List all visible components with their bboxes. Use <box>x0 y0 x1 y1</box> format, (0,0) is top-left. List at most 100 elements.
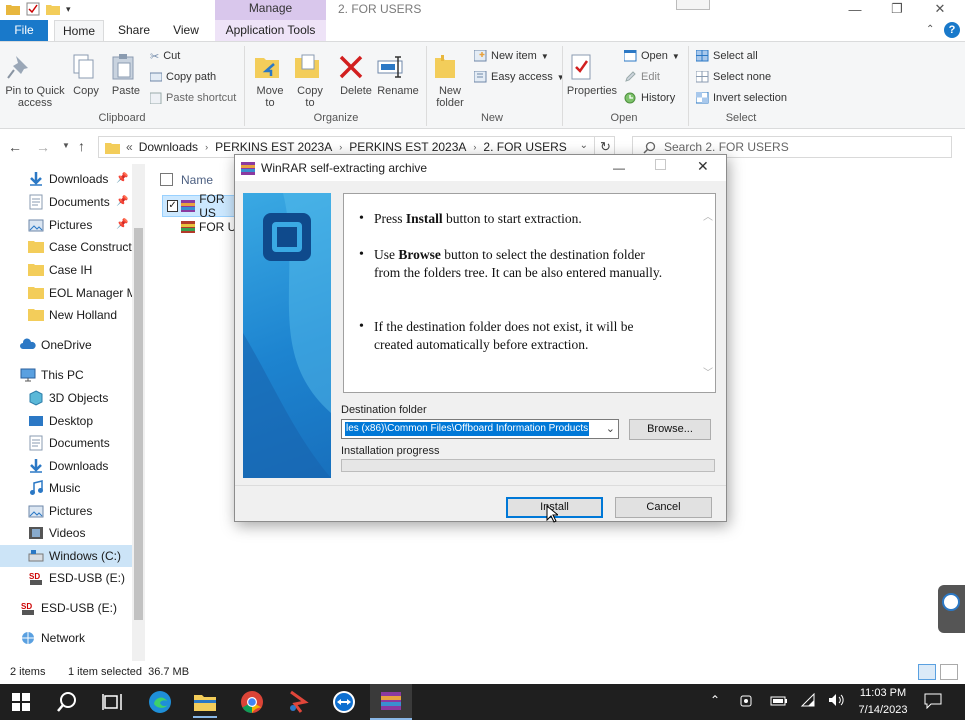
start-windows-icon[interactable] <box>12 693 30 711</box>
volume-icon[interactable] <box>828 693 846 707</box>
select-all-button[interactable]: Select all <box>696 48 758 64</box>
delete-button[interactable]: Delete <box>336 52 376 97</box>
show-hidden-icons-chevron[interactable]: ⌃ <box>710 693 720 707</box>
nav-item-documents-pc[interactable]: Documents <box>28 432 132 454</box>
file-explorer-taskbar-icon[interactable] <box>193 692 217 712</box>
nav-item-3d-objects[interactable]: 3D Objects <box>28 387 132 409</box>
breadcrumb-for-users[interactable]: 2. FOR USERS <box>483 140 566 154</box>
nav-item-new-holland[interactable]: New Holland <box>28 304 132 326</box>
pin-to-quick-access-button[interactable]: Pin to Quick access <box>4 52 66 109</box>
side-panel-tab[interactable] <box>938 585 965 633</box>
new-item-button[interactable]: New item ▼ <box>474 48 549 64</box>
close-button[interactable]: ✕ <box>918 0 962 18</box>
destination-folder-combobox[interactable]: les (x86)\Common Files\Offboard Informat… <box>341 419 619 439</box>
history-button[interactable]: History <box>624 90 675 106</box>
chrome-browser-icon[interactable] <box>240 690 264 714</box>
nav-item-windows-c[interactable]: Windows (C:) <box>0 545 132 567</box>
copy-button[interactable]: Copy <box>68 52 104 97</box>
select-all-checkbox[interactable] <box>160 173 173 186</box>
dialog-close-button[interactable]: ✕ <box>697 158 709 175</box>
breadcrumb-downloads[interactable]: Downloads <box>139 140 198 154</box>
scroll-up-arrow-icon[interactable]: ︿ <box>703 208 713 223</box>
nav-item-downloads-pc[interactable]: Downloads <box>28 455 132 477</box>
help-icon[interactable]: ? <box>944 22 960 38</box>
search-icon[interactable] <box>56 691 78 713</box>
up-arrow-icon[interactable]: ↑ <box>78 138 85 154</box>
open-button[interactable]: Open ▼ <box>624 48 680 64</box>
notification-icon[interactable] <box>924 693 942 709</box>
tab-home[interactable]: Home <box>54 20 104 41</box>
cancel-button[interactable]: Cancel <box>615 497 712 518</box>
meet-now-icon[interactable] <box>740 694 754 708</box>
select-none-button[interactable]: Select none <box>696 69 771 85</box>
tab-application-tools[interactable]: Application Tools <box>215 20 326 41</box>
address-dropdown-icon[interactable]: ⌄ <box>580 140 588 151</box>
destination-folder-value[interactable]: les (x86)\Common Files\Offboard Informat… <box>345 422 590 436</box>
paste-shortcut-button[interactable]: Paste shortcut <box>150 90 236 106</box>
dialog-title-bar[interactable]: WinRAR self-extracting archive — ✕ <box>235 155 726 181</box>
details-view-icon[interactable] <box>918 664 936 680</box>
file-row-selected[interactable]: ✓ FOR US <box>162 192 242 220</box>
nav-item-esd-usb-pc[interactable]: SD ESD-USB (E:) <box>28 567 132 589</box>
nav-item-onedrive[interactable]: OneDrive <box>20 334 132 356</box>
nav-item-pictures-pc[interactable]: Pictures <box>28 500 132 522</box>
window-title: 2. FOR USERS <box>338 2 422 16</box>
browse-button[interactable]: Browse... <box>629 419 711 440</box>
forward-arrow-icon[interactable]: → <box>36 139 50 155</box>
easy-access-button[interactable]: Easy access ▼ <box>474 69 565 85</box>
nav-label: This PC <box>41 368 84 382</box>
file-checkbox[interactable]: ✓ <box>167 200 179 212</box>
copy-path-button[interactable]: Copy path <box>150 69 216 85</box>
nav-item-videos[interactable]: Videos <box>28 522 132 544</box>
new-folder-icon[interactable] <box>46 3 60 15</box>
dialog-separator <box>235 485 726 486</box>
task-view-icon[interactable] <box>102 693 122 711</box>
recent-locations-icon[interactable]: ▼ <box>62 141 70 150</box>
nav-scrollbar-thumb[interactable] <box>134 228 143 620</box>
cut-button[interactable]: ✂ Cut <box>150 48 180 64</box>
invert-selection-button[interactable]: Invert selection <box>696 90 787 106</box>
battery-icon[interactable] <box>770 695 788 707</box>
paste-button[interactable]: Paste <box>108 52 144 97</box>
nav-item-network[interactable]: Network <box>20 627 132 649</box>
rename-button[interactable]: Rename <box>376 52 420 97</box>
maximize-button[interactable]: ❐ <box>876 0 918 18</box>
app-pinned-icon[interactable] <box>287 690 309 714</box>
move-to-button[interactable]: Move to <box>252 52 288 109</box>
tab-share[interactable]: Share <box>112 20 156 41</box>
layout-toggle[interactable] <box>676 0 710 10</box>
back-arrow-icon[interactable]: ← <box>8 139 22 155</box>
nav-item-case-construction[interactable]: Case Constructio <box>28 236 132 258</box>
nav-item-case-ih[interactable]: Case IH <box>28 259 132 281</box>
breadcrumb-perkins-2[interactable]: PERKINS EST 2023A <box>349 140 466 154</box>
wifi-icon[interactable] <box>800 693 816 707</box>
nav-item-esd-usb[interactable]: SD ESD-USB (E:) <box>20 597 132 619</box>
properties-button[interactable]: Properties <box>566 52 618 97</box>
large-icons-view-icon[interactable] <box>940 664 958 680</box>
dialog-minimize-button[interactable]: — <box>613 161 625 175</box>
winrar-taskbar-button[interactable] <box>370 684 412 720</box>
nav-item-this-pc[interactable]: This PC <box>20 364 132 386</box>
edit-button[interactable]: Edit <box>624 69 660 85</box>
minimize-button[interactable]: — <box>834 0 876 18</box>
manage-context-tab[interactable]: Manage <box>215 0 326 20</box>
copy-to-button[interactable]: Copy to <box>292 52 328 109</box>
ribbon-collapse-icon[interactable]: ⌃ <box>926 24 934 35</box>
tab-view[interactable]: View <box>164 20 208 41</box>
dropdown-chevron-icon[interactable]: ⌄ <box>606 422 615 435</box>
new-folder-button[interactable]: New folder <box>430 52 470 109</box>
clock-date[interactable]: 7/14/2023 <box>852 704 914 716</box>
edge-browser-icon[interactable] <box>148 690 172 714</box>
customize-toolbar-icon[interactable]: ▾ <box>66 4 71 15</box>
teamviewer-taskbar-icon[interactable] <box>332 690 356 714</box>
column-header-name[interactable]: Name <box>181 173 213 187</box>
breadcrumb-perkins-1[interactable]: PERKINS EST 2023A <box>215 140 332 154</box>
tab-file[interactable]: File <box>0 20 48 41</box>
nav-item-desktop[interactable]: Desktop <box>28 410 132 432</box>
nav-item-eol-manager[interactable]: EOL Manager M <box>28 282 132 304</box>
clock-time[interactable]: 11:03 PM <box>852 687 914 699</box>
nav-scrollbar[interactable] <box>132 164 145 661</box>
nav-item-music[interactable]: Music <box>28 477 132 499</box>
scroll-down-arrow-icon[interactable]: ﹀ <box>703 364 713 379</box>
properties-icon[interactable] <box>26 2 40 16</box>
